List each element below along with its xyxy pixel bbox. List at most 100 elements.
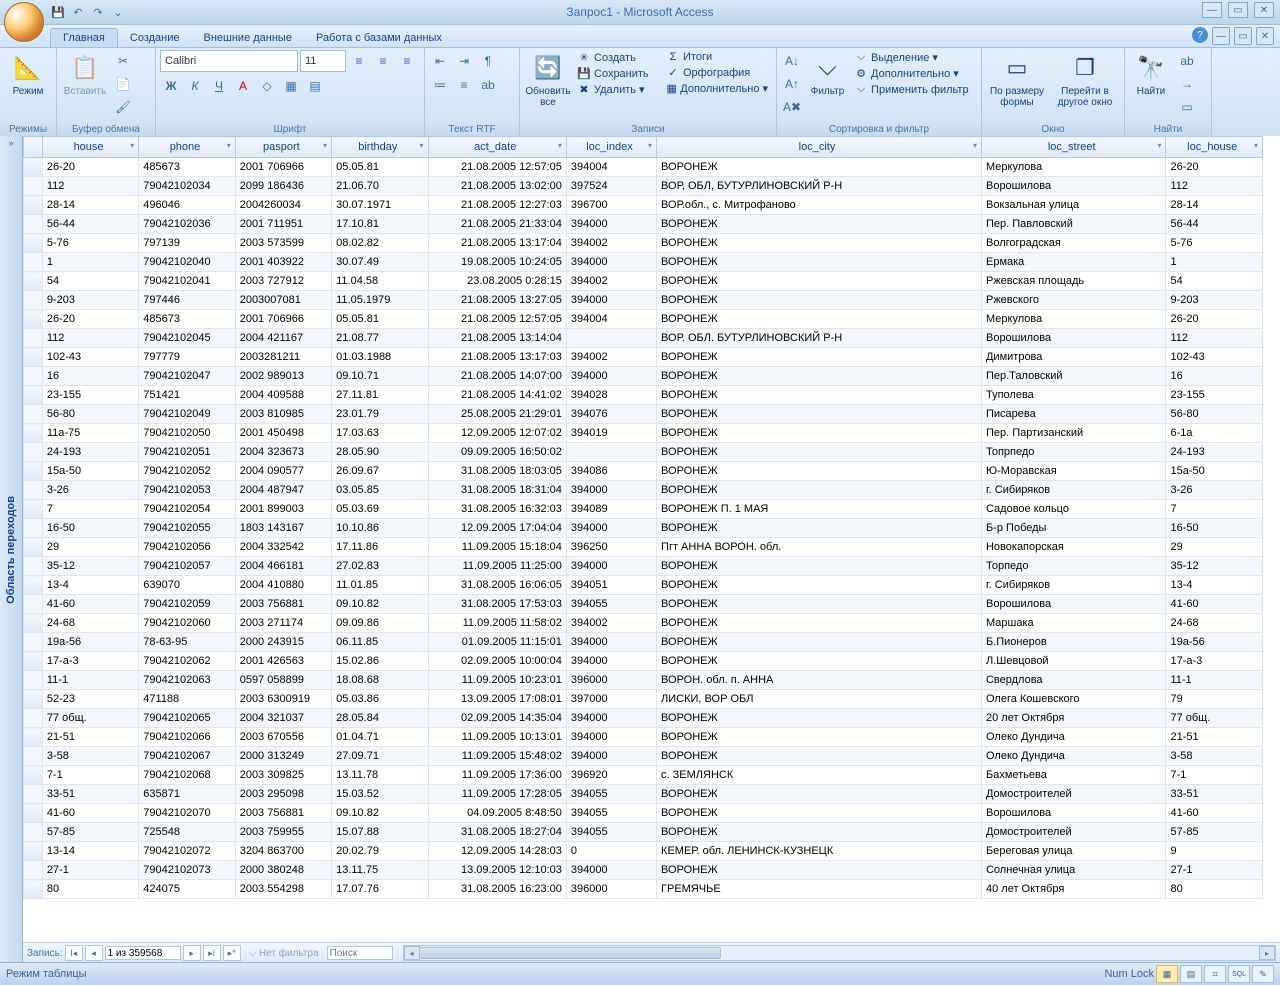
- scroll-right-icon[interactable]: ▸: [1259, 946, 1275, 960]
- cell[interactable]: 13-4: [1166, 576, 1263, 595]
- cell[interactable]: 09.10.82: [332, 804, 428, 823]
- cell[interactable]: 78-63-95: [139, 633, 235, 652]
- table-row[interactable]: 3-58790421020672000 31324927.09.7111.09.…: [24, 747, 1263, 766]
- column-header-loc_house[interactable]: loc_house▾: [1166, 137, 1263, 158]
- cell[interactable]: г. Сибиряков: [981, 576, 1165, 595]
- cell[interactable]: 21.08.2005 13:27:05: [428, 291, 566, 310]
- cell[interactable]: 394000: [566, 519, 656, 538]
- cell[interactable]: 2003 759955: [235, 823, 331, 842]
- cell[interactable]: 80: [1166, 880, 1263, 899]
- cell[interactable]: 25.08.2005 21:29:01: [428, 405, 566, 424]
- office-button[interactable]: [4, 2, 44, 42]
- cell[interactable]: 15.07.88: [332, 823, 428, 842]
- cell[interactable]: 485673: [139, 310, 235, 329]
- cell[interactable]: ВОРОНЕЖ: [657, 481, 982, 500]
- cell[interactable]: ГРЕМЯЧЬЕ: [657, 880, 982, 899]
- cell[interactable]: 09.10.82: [332, 595, 428, 614]
- cell[interactable]: 24-193: [1166, 443, 1263, 462]
- cell[interactable]: 35-12: [1166, 557, 1263, 576]
- tab-database-tools[interactable]: Работа с базами данных: [304, 29, 454, 47]
- cell[interactable]: 79042102065: [139, 709, 235, 728]
- table-row[interactable]: 77 общ.790421020652004 32103728.05.8402.…: [24, 709, 1263, 728]
- row-selector[interactable]: [24, 671, 43, 690]
- row-selector[interactable]: [24, 367, 43, 386]
- ribbon-restore-button[interactable]: ▭: [1234, 27, 1252, 45]
- switch-window-button[interactable]: ❐Перейти в другое окно: [1051, 50, 1119, 110]
- cell[interactable]: 7: [42, 500, 138, 519]
- cell[interactable]: ВОР. ОБЛ. БУТУРЛИНОВСКИЙ Р-Н: [657, 329, 982, 348]
- table-row[interactable]: 27-1790421020732000 38024813.11.7513.09.…: [24, 861, 1263, 880]
- minimize-button[interactable]: —: [1202, 2, 1222, 18]
- cell[interactable]: 17-а-3: [1166, 652, 1263, 671]
- cell[interactable]: 12.09.2005 17:04:04: [428, 519, 566, 538]
- cell[interactable]: 10.10.86: [332, 519, 428, 538]
- cell[interactable]: 21.08.77: [332, 329, 428, 348]
- cell[interactable]: 471188: [139, 690, 235, 709]
- cell[interactable]: 19а-56: [1166, 633, 1263, 652]
- cell[interactable]: 26-20: [1166, 158, 1263, 177]
- table-row[interactable]: 16-50790421020551803 14316710.10.8612.09…: [24, 519, 1263, 538]
- cell[interactable]: 12.09.2005 12:07:02: [428, 424, 566, 443]
- fill-color-icon[interactable]: ◇: [256, 75, 278, 97]
- cell[interactable]: 485673: [139, 158, 235, 177]
- cell[interactable]: 79042102056: [139, 538, 235, 557]
- table-row[interactable]: 16790421020472002 98901309.10.7121.08.20…: [24, 367, 1263, 386]
- cell[interactable]: 28-14: [42, 196, 138, 215]
- sql-view-icon[interactable]: SQL: [1228, 965, 1250, 983]
- row-selector[interactable]: [24, 690, 43, 709]
- cell[interactable]: 16-50: [1166, 519, 1263, 538]
- cell[interactable]: 11.09.2005 17:36:00: [428, 766, 566, 785]
- cell[interactable]: ВОРОНЕЖ: [657, 234, 982, 253]
- table-row[interactable]: 7790421020542001 89900305.03.6931.08.200…: [24, 500, 1263, 519]
- cell[interactable]: 396000: [566, 671, 656, 690]
- goto-icon[interactable]: →: [1176, 73, 1198, 95]
- cell[interactable]: 2002 989013: [235, 367, 331, 386]
- cell[interactable]: 394000: [566, 367, 656, 386]
- row-selector[interactable]: [24, 728, 43, 747]
- cell[interactable]: 26-20: [42, 310, 138, 329]
- cell[interactable]: ВОРОНЕЖ: [657, 158, 982, 177]
- cell[interactable]: 102-43: [1166, 348, 1263, 367]
- row-selector[interactable]: [24, 785, 43, 804]
- cell[interactable]: 2003 756881: [235, 595, 331, 614]
- cell[interactable]: 19.08.2005 10:24:05: [428, 253, 566, 272]
- cell[interactable]: 13-4: [42, 576, 138, 595]
- cell[interactable]: Пер.Таловский: [981, 367, 1165, 386]
- cell[interactable]: 2001 899003: [235, 500, 331, 519]
- next-record-button[interactable]: ▸: [183, 945, 201, 961]
- cell[interactable]: 31.08.2005 16:32:03: [428, 500, 566, 519]
- cell[interactable]: 394004: [566, 310, 656, 329]
- select-icon[interactable]: ▭: [1176, 96, 1198, 118]
- table-row[interactable]: 3-26790421020532004 48794703.05.8531.08.…: [24, 481, 1263, 500]
- cell[interactable]: 394000: [566, 253, 656, 272]
- cell[interactable]: 17.07.76: [332, 880, 428, 899]
- increase-indent-icon[interactable]: ⇥: [453, 50, 475, 72]
- cell[interactable]: 11-1: [1166, 671, 1263, 690]
- cell[interactable]: 57-85: [42, 823, 138, 842]
- cell[interactable]: 21.08.2005 12:27:03: [428, 196, 566, 215]
- cell[interactable]: 394000: [566, 633, 656, 652]
- copy-icon[interactable]: 📄: [112, 73, 134, 95]
- bold-icon[interactable]: Ж: [160, 75, 182, 97]
- refresh-all-button[interactable]: 🔄Обновить все: [524, 50, 572, 110]
- cell[interactable]: 11.01.85: [332, 576, 428, 595]
- cell[interactable]: 19а-56: [42, 633, 138, 652]
- maximize-button[interactable]: ▭: [1228, 2, 1248, 18]
- cell[interactable]: 13.11.78: [332, 766, 428, 785]
- table-row[interactable]: 33-516358712003 29509815.03.5211.09.2005…: [24, 785, 1263, 804]
- filter-button[interactable]: ⌵Фильтр: [806, 50, 849, 99]
- cell[interactable]: Торпедо: [981, 557, 1165, 576]
- data-grid[interactable]: house▾phone▾pasport▾birthday▾act_date▾lo…: [23, 136, 1263, 899]
- cell[interactable]: 2004 090577: [235, 462, 331, 481]
- cell[interactable]: 16: [42, 367, 138, 386]
- cell[interactable]: Меркулова: [981, 310, 1165, 329]
- cell[interactable]: [566, 443, 656, 462]
- cell[interactable]: 397000: [566, 690, 656, 709]
- tab-create[interactable]: Создание: [118, 29, 192, 47]
- cell[interactable]: Писарева: [981, 405, 1165, 424]
- table-row[interactable]: 19а-5678-63-952000 24391506.11.8501.09.2…: [24, 633, 1263, 652]
- cell[interactable]: 30.07.49: [332, 253, 428, 272]
- cell[interactable]: 11.04.58: [332, 272, 428, 291]
- cell[interactable]: 79042102045: [139, 329, 235, 348]
- cell[interactable]: 21-51: [1166, 728, 1263, 747]
